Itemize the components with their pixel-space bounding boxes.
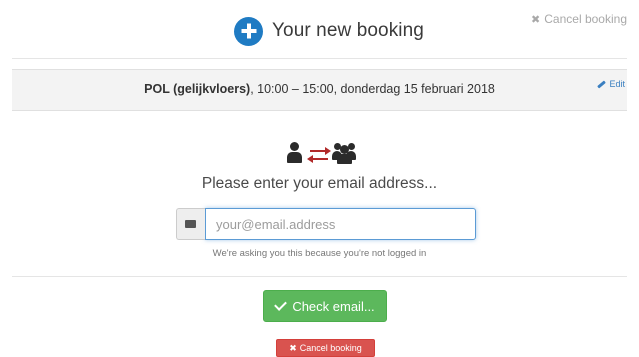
close-icon: ✖ [289,342,297,353]
cancel-booking-button-label: Cancel booking [299,343,362,353]
booking-details: , 10:00 – 15:00, donderdag 15 februari 2… [250,82,495,96]
edit-label: Edit [609,79,625,89]
booking-room: POL (gelijkvloers) [144,82,251,96]
exchange-icon [307,147,331,163]
modal-header: Your new booking ✖ Cancel booking [0,0,639,58]
check-icon [274,298,288,311]
login-helper-text: We're asking you this because you're not… [212,248,427,259]
page-title: Your new booking [272,20,424,41]
cancel-booking-link-label: Cancel booking [544,12,627,26]
close-icon: ✖ [531,13,541,26]
header-title-group: Your new booking [234,16,424,46]
plus-circle-icon [234,16,263,46]
user-swap-illustration [286,142,356,168]
email-addon [176,208,205,240]
cancel-booking-link[interactable]: ✖ Cancel booking [531,12,627,26]
header-divider [12,58,627,59]
cancel-booking-button[interactable]: ✖ Cancel booking [276,339,375,357]
email-prompt: Please enter your email address... [201,175,438,192]
booking-summary-text: POL (gelijkvloers), 10:00 – 15:00, donde… [12,82,627,96]
footer-divider [12,276,627,277]
email-field[interactable] [205,208,476,240]
pencil-icon [597,79,607,89]
envelope-icon [185,220,196,228]
check-email-button[interactable]: Check email... [263,290,387,322]
email-input-group [176,208,476,240]
check-email-button-label: Check email... [292,298,375,314]
edit-booking-link[interactable]: Edit [597,79,625,89]
booking-summary: POL (gelijkvloers), 10:00 – 15:00, donde… [12,69,627,111]
